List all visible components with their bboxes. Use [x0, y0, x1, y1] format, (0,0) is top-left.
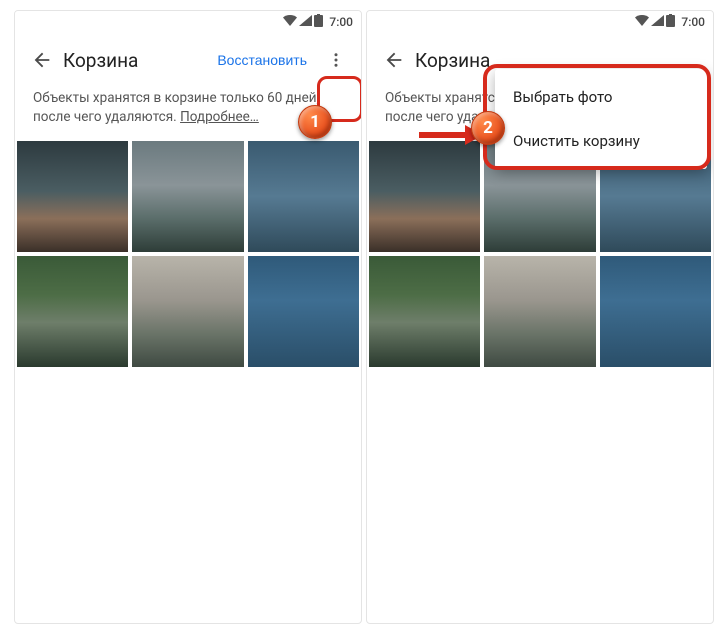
learn-more-link[interactable]: Подробнее… [180, 109, 259, 125]
overflow-menu: Выбрать фото Очистить корзину [495, 69, 707, 169]
photo-thumbnail[interactable] [17, 256, 128, 367]
phone-screenshot-left: 7:00 Корзина Восстановить Объекты хранят… [14, 10, 362, 624]
photo-thumbnail[interactable] [248, 256, 359, 367]
menu-item-empty-trash[interactable]: Очистить корзину [495, 119, 707, 163]
photo-thumbnail[interactable] [369, 256, 480, 367]
battery-icon [666, 14, 675, 30]
signal-icon [299, 15, 312, 29]
photo-thumbnail[interactable] [132, 141, 243, 252]
more-options-button[interactable] [317, 41, 355, 79]
signal-icon [651, 15, 664, 29]
annotation-step-marker: 1 [298, 105, 332, 139]
app-bar: Корзина Восстановить [15, 33, 361, 87]
photo-thumbnail[interactable] [17, 141, 128, 252]
status-bar: 7:00 [367, 11, 713, 33]
info-line1: Объекты хранятся в корзине только 60 дне… [33, 90, 319, 106]
clock-text: 7:00 [329, 15, 353, 29]
wifi-icon [283, 15, 297, 29]
menu-item-select-photo[interactable]: Выбрать фото [495, 75, 707, 119]
clock-text: 7:00 [681, 15, 705, 29]
info-line2: после чего удаляются. [33, 109, 180, 125]
back-button[interactable] [373, 39, 415, 81]
photo-thumbnail[interactable] [248, 141, 359, 252]
annotation-step-marker: 2 [471, 111, 505, 145]
photo-thumbnail[interactable] [369, 141, 480, 252]
photo-grid [367, 141, 713, 368]
phone-screenshot-right: 7:00 Корзина Объекты хранятся в корзине … [366, 10, 714, 624]
battery-icon [314, 14, 323, 30]
photo-grid [15, 141, 361, 368]
photo-thumbnail[interactable] [600, 256, 711, 367]
back-button[interactable] [21, 39, 63, 81]
wifi-icon [635, 15, 649, 29]
photo-thumbnail[interactable] [484, 256, 595, 367]
page-title: Корзина [63, 49, 207, 72]
photo-thumbnail[interactable] [132, 256, 243, 367]
restore-button[interactable]: Восстановить [207, 44, 317, 76]
status-bar: 7:00 [15, 11, 361, 33]
